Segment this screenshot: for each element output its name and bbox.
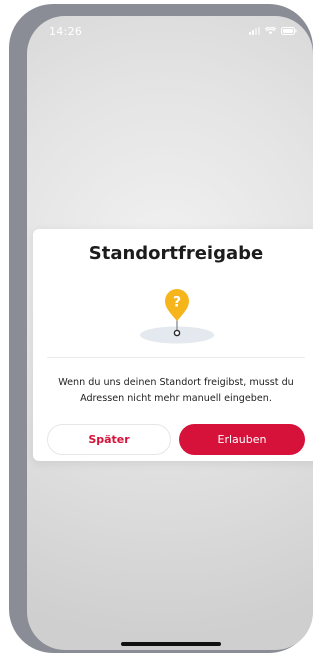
later-button[interactable]: Später bbox=[47, 424, 171, 455]
dialog-title: Standortfreigabe bbox=[88, 243, 264, 264]
signal-icon bbox=[249, 27, 260, 35]
screen: 14:26 Standortfreigabe ? Wenn du uns dei… bbox=[27, 16, 313, 650]
battery-icon bbox=[281, 27, 297, 35]
dialog-message: Wenn du uns deinen Standort freigibst, m… bbox=[58, 377, 294, 404]
allow-button[interactable]: Erlauben bbox=[179, 424, 305, 455]
status-icons bbox=[249, 26, 297, 36]
dialog-divider bbox=[47, 357, 305, 358]
device-frame: 14:26 Standortfreigabe ? Wenn du uns dei… bbox=[9, 4, 313, 653]
location-permission-dialog: Standortfreigabe ? Wenn du uns deinen St… bbox=[33, 229, 313, 461]
status-time: 14:26 bbox=[49, 25, 83, 38]
location-pin-question-icon: ? bbox=[137, 284, 217, 346]
status-bar: 14:26 bbox=[27, 16, 313, 46]
home-indicator[interactable] bbox=[121, 642, 221, 646]
svg-text:?: ? bbox=[173, 295, 181, 311]
wifi-icon bbox=[265, 27, 276, 35]
